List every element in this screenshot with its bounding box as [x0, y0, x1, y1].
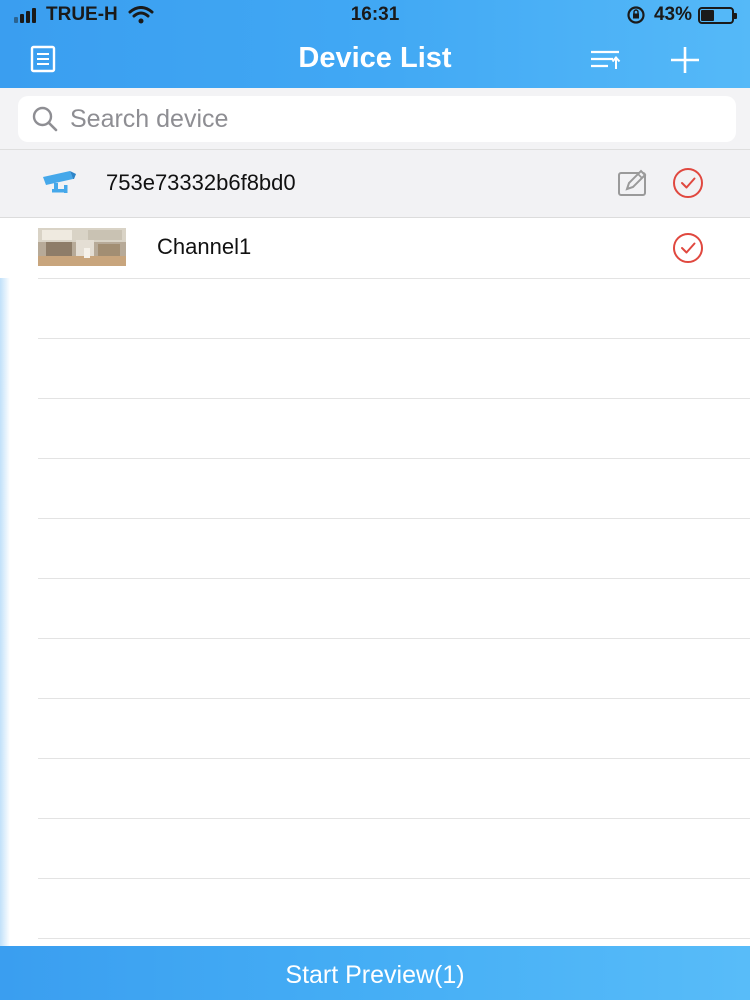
list-separator [38, 578, 750, 579]
channel-row[interactable]: Channel1 [0, 218, 750, 278]
edit-device-button[interactable] [617, 169, 649, 199]
list-separator [38, 278, 750, 279]
device-row[interactable]: 753e73332b6f8bd0 [0, 150, 750, 218]
list-separator [38, 518, 750, 519]
orientation-lock-icon [627, 6, 645, 24]
list-separator [38, 758, 750, 759]
channel-thumbnail [38, 228, 126, 266]
check-circle-icon [673, 168, 703, 198]
battery-fill [701, 9, 714, 21]
list-separator [38, 818, 750, 819]
edit-icon [618, 169, 647, 196]
channel-select-checkbox[interactable] [672, 232, 704, 264]
battery-icon [698, 6, 737, 24]
page-title: Device List [298, 42, 452, 74]
battery-percent: 43% [653, 4, 692, 25]
list-separator [38, 638, 750, 639]
camera-icon [43, 171, 76, 193]
status-right: 43% [626, 4, 737, 26]
list-separator [38, 878, 750, 879]
search-field[interactable] [18, 96, 736, 142]
add-device-button[interactable] [668, 44, 704, 76]
list-separator [38, 338, 750, 339]
search-input[interactable] [70, 104, 710, 134]
device-name: 753e73332b6f8bd0 [106, 170, 296, 195]
list-separator [38, 458, 750, 459]
search-bar [0, 88, 750, 150]
device-select-checkbox[interactable] [672, 167, 704, 199]
start-preview-button[interactable]: Start Preview(1) [0, 946, 750, 1000]
check-circle-icon [673, 233, 703, 263]
sort-icon [591, 50, 621, 69]
list-separator [38, 398, 750, 399]
sort-button[interactable] [588, 44, 624, 76]
list-separator [38, 938, 750, 939]
search-icon [32, 106, 58, 132]
list-separator [38, 698, 750, 699]
channel-name: Channel1 [157, 234, 252, 259]
status-bar: TRUE-H 16:31 43% [0, 0, 750, 30]
plus-icon [671, 47, 699, 73]
app-header: TRUE-H 16:31 43% Device List [0, 0, 750, 88]
